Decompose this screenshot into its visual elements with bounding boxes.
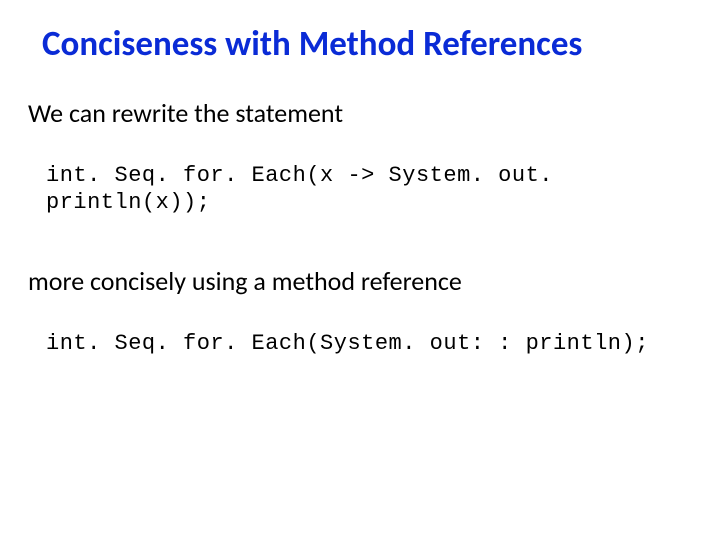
code-block-1: int. Seq. for. Each(x -> System. out. pr… bbox=[46, 163, 692, 216]
slide: Conciseness with Method References We ca… bbox=[0, 0, 720, 540]
intro-line-1: We can rewrite the statement bbox=[28, 98, 692, 129]
code-block-2: int. Seq. for. Each(System. out: : print… bbox=[46, 331, 692, 357]
slide-title: Conciseness with Method References bbox=[42, 24, 692, 64]
intro-line-2: more concisely using a method reference bbox=[28, 266, 692, 297]
